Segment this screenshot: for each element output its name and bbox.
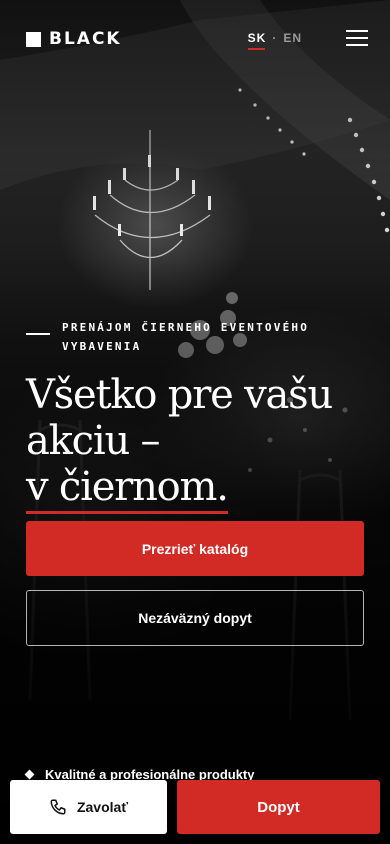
phone-icon [49,798,67,816]
hamburger-line [346,37,368,39]
eyebrow-dash [26,333,50,335]
hamburger-line [346,44,368,46]
language-switcher: SK · EN [247,31,302,50]
hamburger-line [346,30,368,32]
call-button[interactable]: Zavolať [10,780,167,834]
eyebrow-line-2: VYBAVENIA [62,340,142,353]
language-option-en[interactable]: EN [283,31,302,45]
view-catalog-button[interactable]: Prezrieť katalóg [26,521,364,576]
logo-text: BLACK [49,29,122,49]
brand-logo[interactable]: BLACK [26,29,122,49]
quote-button[interactable]: Dopyt [177,780,380,834]
top-header: BLACK SK · EN [26,26,368,52]
inquiry-button[interactable]: Nezáväzný dopyt [26,590,364,646]
hero-headline: Všetko pre vašu akciu – v čiernom. [26,372,366,514]
headline-line-2: akciu – [26,418,161,464]
language-separator: · [272,31,278,45]
headline-line-1: Všetko pre vašu [26,372,333,418]
eyebrow-text: PRENÁJOM ČIERNEHO EVENTOVÉHO VYBAVENIA [62,318,309,356]
call-button-label: Zavolať [76,799,129,815]
logo-square-icon [26,31,41,47]
sticky-bottom-bar: Zavolať Dopyt [10,780,380,834]
hamburger-icon[interactable] [346,30,368,46]
headline-line-3-underlined: v čiernom. [26,464,229,514]
language-option-sk[interactable]: SK [247,31,267,50]
eyebrow-line-1: PRENÁJOM ČIERNEHO EVENTOVÉHO [62,321,310,334]
diamond-bullet-icon [24,769,35,779]
